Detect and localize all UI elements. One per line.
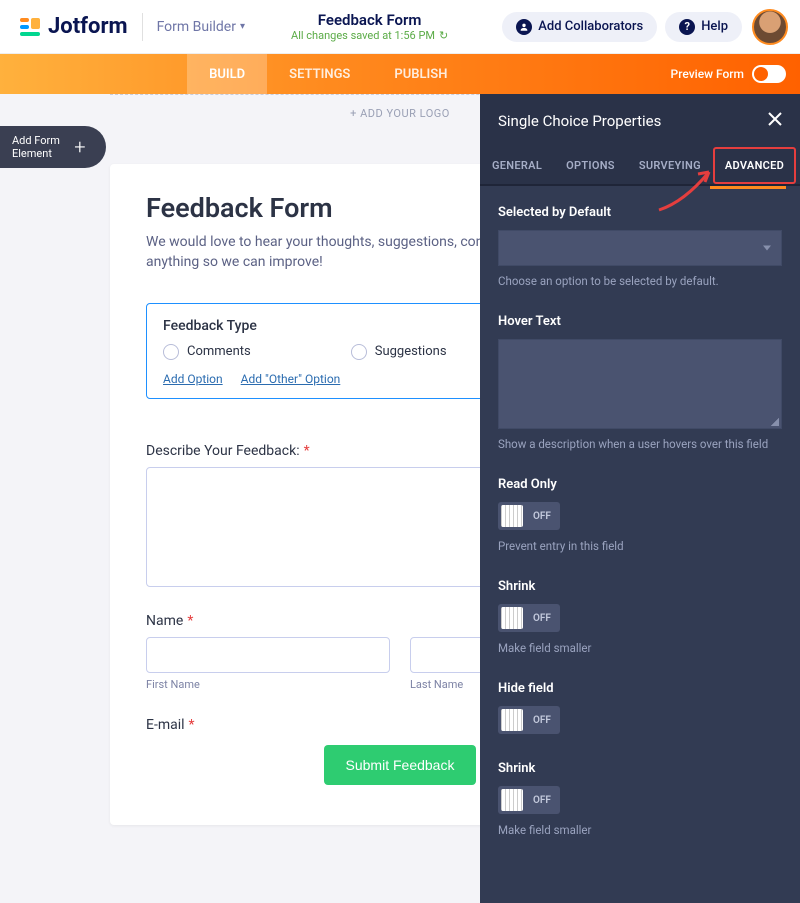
- first-name-input[interactable]: [146, 637, 390, 673]
- radio-suggestions[interactable]: Suggestions: [351, 344, 447, 360]
- help-label: Help: [701, 19, 728, 34]
- tab-settings[interactable]: SETTINGS: [267, 54, 372, 94]
- shrink-label: Shrink: [498, 579, 782, 594]
- first-name-sublabel: First Name: [146, 678, 390, 691]
- separator: [142, 13, 143, 41]
- radio-icon: [351, 344, 367, 360]
- plus-icon: +: [68, 135, 92, 159]
- toggle-handle-icon: [501, 607, 523, 629]
- help-icon: ?: [679, 19, 695, 35]
- tab-publish[interactable]: PUBLISH: [372, 54, 469, 94]
- hover-text-hint: Show a description when a user hovers ov…: [498, 437, 782, 451]
- panel-tab-general[interactable]: GENERAL: [480, 147, 554, 184]
- add-option-link[interactable]: Add Option: [163, 372, 223, 386]
- add-other-option-link[interactable]: Add "Other" Option: [241, 372, 341, 386]
- radio-comments[interactable]: Comments: [163, 344, 251, 360]
- breadcrumb-label: Form Builder: [157, 19, 236, 35]
- shrink2-toggle[interactable]: OFF: [498, 786, 560, 814]
- readonly-toggle[interactable]: OFF: [498, 502, 560, 530]
- readonly-label: Read Only: [498, 477, 782, 492]
- shrink-hint: Make field smaller: [498, 641, 782, 655]
- add-elem-label: Add Form Element: [12, 134, 60, 160]
- selected-default-select[interactable]: [498, 230, 782, 266]
- shrink-toggle[interactable]: OFF: [498, 604, 560, 632]
- preview-form-toggle[interactable]: Preview Form: [657, 54, 800, 94]
- hover-text-textarea[interactable]: [498, 339, 782, 429]
- panel-tab-surveying[interactable]: SURVEYING: [627, 147, 713, 184]
- hover-text-label: Hover Text: [498, 314, 782, 329]
- close-icon: [768, 112, 782, 126]
- panel-tab-advanced[interactable]: ADVANCED: [713, 147, 796, 184]
- submit-button[interactable]: Submit Feedback: [324, 745, 477, 785]
- breadcrumb[interactable]: Form Builder ▾: [157, 19, 245, 35]
- save-status: All changes saved at 1:56 PM↻: [245, 29, 494, 42]
- help-button[interactable]: ? Help: [665, 12, 742, 42]
- panel-tab-options[interactable]: OPTIONS: [554, 147, 627, 184]
- refresh-icon: ↻: [439, 29, 448, 42]
- avatar[interactable]: [752, 9, 788, 45]
- tab-build[interactable]: BUILD: [187, 54, 267, 94]
- add-form-element-button[interactable]: Add Form Element +: [0, 126, 106, 168]
- selected-default-hint: Choose an option to be selected by defau…: [498, 274, 782, 288]
- toggle-icon: [752, 65, 786, 83]
- collab-label: Add Collaborators: [538, 19, 643, 34]
- jotform-logo-icon: [18, 15, 42, 39]
- shrink2-hint: Make field smaller: [498, 823, 782, 837]
- user-icon: [516, 19, 532, 35]
- shrink2-label: Shrink: [498, 761, 782, 776]
- toggle-handle-icon: [501, 505, 523, 527]
- properties-panel: Single Choice Properties GENERAL OPTIONS…: [480, 94, 800, 903]
- toggle-handle-icon: [501, 709, 523, 731]
- toggle-handle-icon: [501, 789, 523, 811]
- preview-label: Preview Form: [671, 67, 744, 81]
- header-form-title[interactable]: Feedback Form: [245, 11, 494, 29]
- add-collaborators-button[interactable]: Add Collaborators: [502, 12, 657, 42]
- hidefield-label: Hide field: [498, 681, 782, 696]
- logo-text: Jotform: [48, 14, 128, 39]
- hidefield-toggle[interactable]: OFF: [498, 706, 560, 734]
- selected-default-label: Selected by Default: [498, 205, 782, 220]
- close-panel-button[interactable]: [768, 110, 782, 131]
- panel-title: Single Choice Properties: [498, 112, 661, 130]
- readonly-hint: Prevent entry in this field: [498, 539, 782, 553]
- logo[interactable]: Jotform: [18, 14, 128, 39]
- radio-icon: [163, 344, 179, 360]
